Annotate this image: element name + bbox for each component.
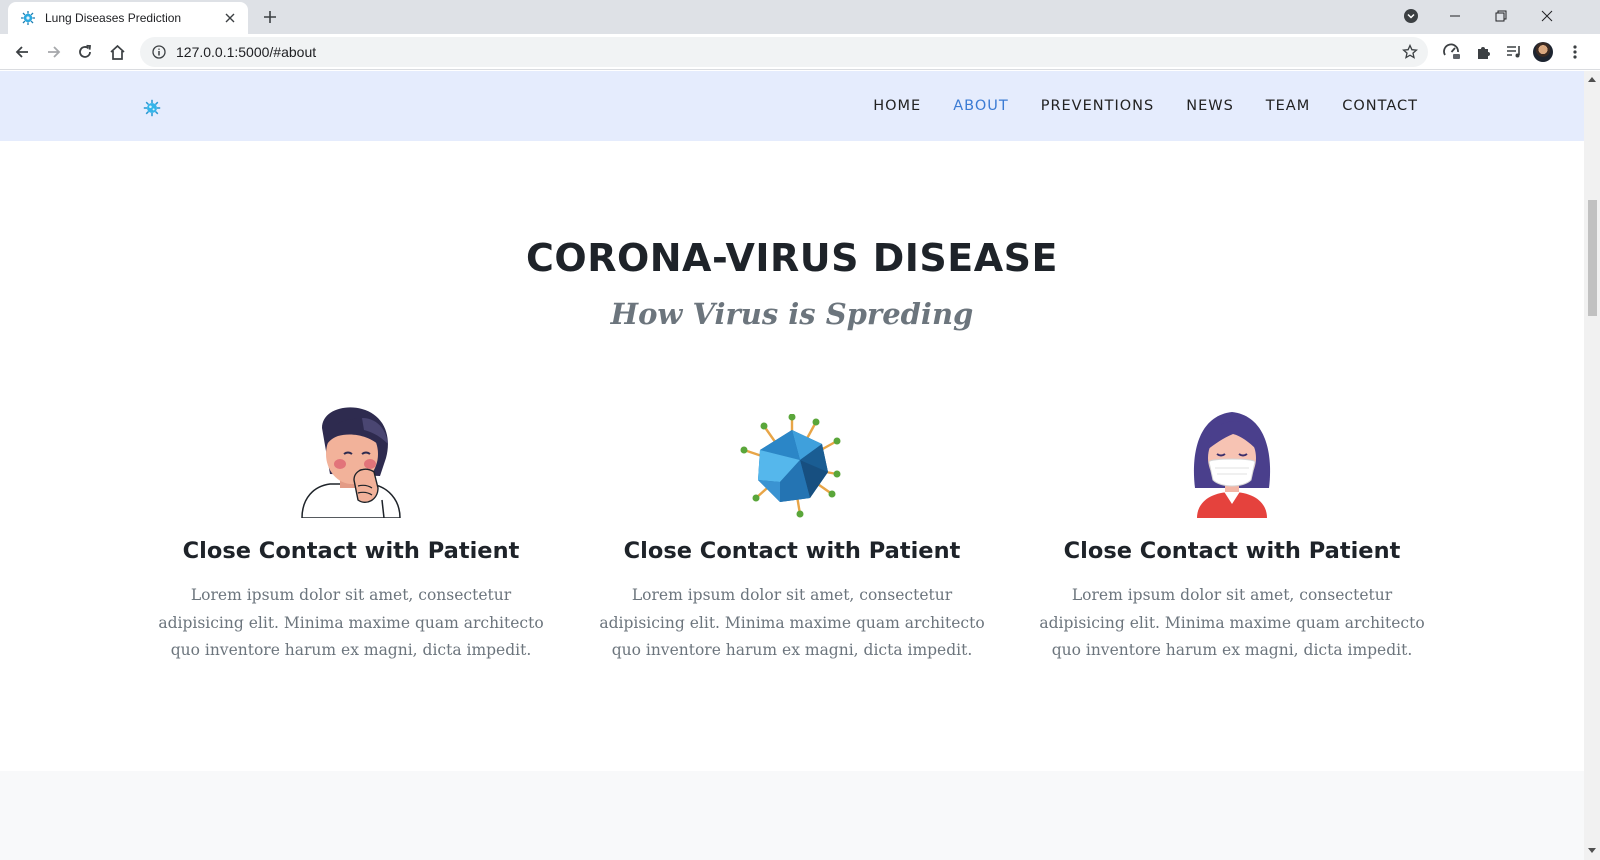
nav-team[interactable]: TEAM xyxy=(1250,95,1326,117)
masked-woman-icon xyxy=(1012,406,1452,518)
feature-text: Lorem ipsum dolor sit amet, consectetur … xyxy=(599,586,985,659)
browser-toolbar: 127.0.0.1:5000/#about xyxy=(0,34,1600,70)
scrollbar-thumb[interactable] xyxy=(1588,200,1597,316)
url-text: 127.0.0.1:5000/#about xyxy=(176,44,317,60)
scroll-down-arrow-icon[interactable] xyxy=(1588,847,1596,855)
feature-card: Close Contact with Patient Lorem ipsum d… xyxy=(572,406,1012,665)
browser-tabstrip: Lung Diseases Prediction xyxy=(0,0,1600,34)
site-header: HOME ABOUT PREVENTIONS NEWS TEAM CONTACT xyxy=(0,71,1584,141)
next-section xyxy=(0,771,1584,860)
feature-card: Close Contact with Patient Lorem ipsum d… xyxy=(131,406,571,665)
nav-news[interactable]: NEWS xyxy=(1170,95,1250,117)
restore-icon[interactable] xyxy=(1478,0,1524,32)
main-nav: HOME ABOUT PREVENTIONS NEWS TEAM CONTACT xyxy=(857,95,1434,117)
browser-menu-icon[interactable] xyxy=(1561,38,1589,66)
page-scrollbar[interactable] xyxy=(1584,71,1600,860)
coughing-woman-icon xyxy=(131,406,571,518)
back-arrow-icon[interactable] xyxy=(8,38,36,66)
feature-heading: Close Contact with Patient xyxy=(623,538,961,564)
nav-home[interactable]: HOME xyxy=(857,95,937,117)
forward-arrow-icon[interactable] xyxy=(40,38,68,66)
browser-tab[interactable]: Lung Diseases Prediction xyxy=(8,2,248,34)
media-playlist-icon[interactable] xyxy=(1500,38,1528,66)
tab-search-icon[interactable] xyxy=(1388,0,1434,32)
bookmark-star-icon[interactable] xyxy=(1396,38,1424,66)
performance-extension-icon[interactable] xyxy=(1438,38,1466,66)
nav-preventions[interactable]: PREVENTIONS xyxy=(1025,95,1171,117)
virus-icon xyxy=(572,406,1012,518)
section-subtitle: How Virus is Spreding xyxy=(610,297,974,331)
feature-heading: Close Contact with Patient xyxy=(1063,538,1401,564)
close-tab-icon[interactable] xyxy=(222,10,238,26)
feature-heading: Close Contact with Patient xyxy=(182,538,520,564)
nav-contact[interactable]: CONTACT xyxy=(1326,95,1434,117)
reload-icon[interactable] xyxy=(71,38,99,66)
nav-about[interactable]: ABOUT xyxy=(937,95,1025,117)
scroll-up-arrow-icon[interactable] xyxy=(1588,75,1596,83)
section-title: CORONA-VIRUS DISEASE xyxy=(526,236,1058,280)
feature-card: Close Contact with Patient Lorem ipsum d… xyxy=(1012,406,1452,665)
virus-favicon-icon xyxy=(20,10,36,26)
minimize-icon[interactable] xyxy=(1432,0,1478,32)
tab-title: Lung Diseases Prediction xyxy=(45,11,182,25)
page-viewport: HOME ABOUT PREVENTIONS NEWS TEAM CONTACT… xyxy=(0,71,1584,860)
extensions-puzzle-icon[interactable] xyxy=(1470,38,1498,66)
virus-logo-icon[interactable] xyxy=(143,99,161,117)
close-window-icon[interactable] xyxy=(1524,0,1570,32)
new-tab-icon[interactable] xyxy=(260,7,280,27)
home-icon[interactable] xyxy=(103,38,131,66)
feature-text: Lorem ipsum dolor sit amet, consectetur … xyxy=(1039,586,1425,659)
feature-text: Lorem ipsum dolor sit amet, consectetur … xyxy=(158,586,544,659)
site-info-icon[interactable] xyxy=(152,45,166,59)
address-bar[interactable]: 127.0.0.1:5000/#about xyxy=(140,37,1428,67)
profile-avatar[interactable] xyxy=(1533,42,1553,62)
